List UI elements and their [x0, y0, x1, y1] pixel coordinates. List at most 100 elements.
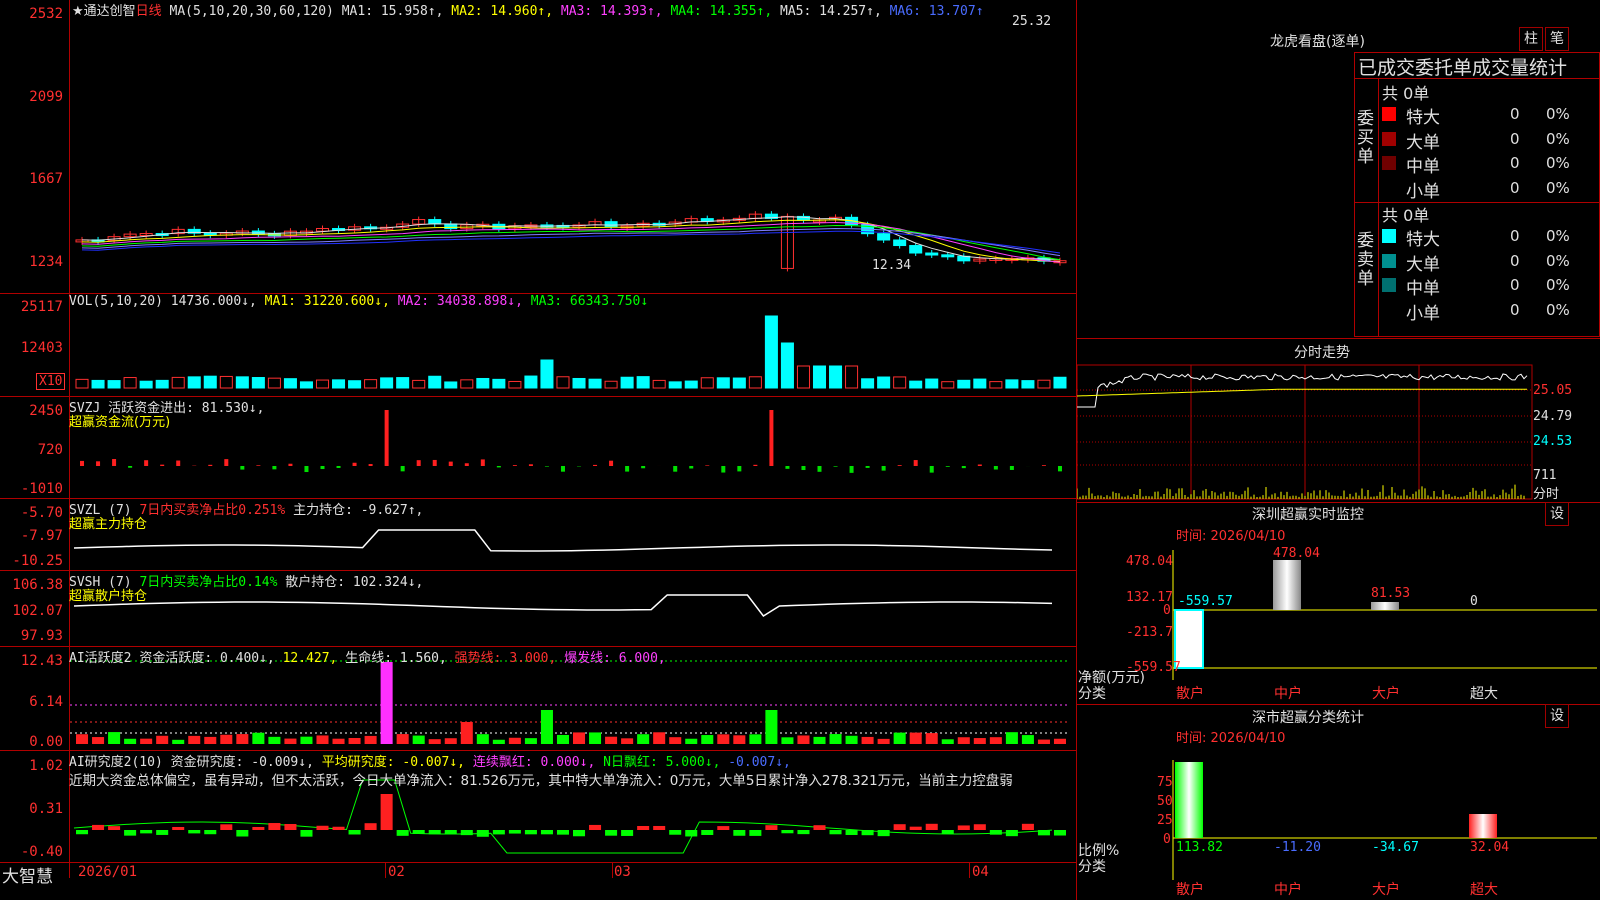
activity-bar: [92, 737, 105, 744]
flow-bar: [432, 459, 437, 466]
flow-bar: [817, 466, 822, 472]
research-line: [73, 779, 1053, 854]
research-bar: [124, 830, 137, 836]
research-bar: [669, 830, 682, 835]
flow-bar: [400, 466, 405, 472]
sell-color-swatch: [1382, 229, 1396, 243]
sz-class-value: 113.82: [1176, 840, 1223, 855]
sz-class-y-tick: 75: [1157, 775, 1173, 790]
candle: [877, 233, 891, 241]
sz-monitor-xlabel: 分类: [1078, 686, 1106, 702]
buy-row-count: 0: [1510, 178, 1520, 197]
ai-active-v5: 爆发线: 6.000,: [564, 651, 666, 666]
activity-bar: [685, 738, 698, 744]
activity-bar: [765, 710, 778, 744]
volume-bar: [1021, 380, 1035, 389]
research-bar: [653, 825, 666, 830]
stroke-view-button[interactable]: 笔: [1545, 27, 1569, 51]
ai-research-title: AI研究度2(10): [69, 755, 163, 770]
cls-bar: [1469, 814, 1497, 838]
volume-bar: [812, 365, 827, 389]
sz-class-value: -34.67: [1372, 840, 1419, 855]
activity-bar: [749, 734, 762, 744]
activity-bar: [332, 738, 345, 744]
volume-bar: [75, 378, 89, 389]
brand-logo[interactable]: 大智慧: [2, 862, 53, 887]
buy-total: 共 0单: [1382, 84, 1430, 103]
sz-class-y-tick: 25: [1157, 813, 1173, 828]
activity-bar: [717, 734, 730, 744]
volume-bar: [620, 376, 634, 389]
volume-bar: [235, 376, 249, 389]
activity-bar: [236, 734, 249, 744]
volume-bar: [380, 377, 394, 389]
flow-bar: [480, 459, 485, 466]
sz-class-y-tick: 0: [1163, 832, 1171, 847]
volume-bar: [107, 380, 121, 389]
flow-bar: [1057, 466, 1062, 472]
sz-monitor-settings-button[interactable]: 设: [1545, 502, 1569, 526]
activity-bar: [476, 734, 489, 744]
activity-bar: [396, 734, 409, 744]
volume-bar: [412, 379, 426, 389]
ma3-value: MA3: 14.393↑,: [560, 4, 663, 19]
volume-bar: [155, 379, 169, 389]
sz-class-settings-button[interactable]: 设: [1545, 704, 1569, 728]
research-bar: [460, 830, 473, 836]
volume-bar: [91, 379, 105, 389]
ai-active-v1: 资金活跃度: 0.400↓,: [139, 651, 275, 666]
research-bar: [300, 830, 313, 837]
research-bar: [316, 825, 329, 830]
sell-row-name: 大单: [1406, 254, 1440, 275]
volume-bar: [780, 342, 794, 389]
flow-bar: [753, 464, 758, 466]
research-bar: [380, 794, 393, 830]
period-label[interactable]: 日线: [136, 4, 162, 19]
sell-total: 共 0单: [1382, 206, 1430, 225]
flow-bar: [256, 465, 261, 466]
activity-bar: [1021, 735, 1034, 744]
candle: [909, 245, 923, 254]
flow-bar: [769, 410, 774, 466]
intraday-tick: 24.53: [1533, 434, 1573, 449]
flow-bar: [977, 464, 982, 466]
research-bar: [108, 826, 121, 830]
buy-row-name: 大单: [1406, 132, 1440, 153]
sz-bar: [1273, 560, 1301, 610]
activity-bar: [380, 662, 393, 744]
volume-bar: [171, 376, 185, 389]
sell-row-name: 特大: [1406, 230, 1440, 250]
research-bar: [733, 830, 746, 836]
flow-bar: [336, 466, 341, 468]
flow-bar: [609, 460, 614, 466]
ma1-value: MA1: 15.958↑,: [341, 4, 444, 19]
kline-charts[interactable]: [0, 0, 1077, 878]
research-bar: [476, 830, 489, 837]
volume-bar: [315, 379, 330, 389]
intraday-vol-tick: 711: [1533, 468, 1557, 483]
flow-bar: [737, 466, 742, 472]
activity-bar: [492, 739, 505, 744]
activity-bar: [524, 738, 537, 744]
flow-bar: [160, 464, 165, 466]
sell-color-swatch: [1382, 302, 1396, 317]
volume-bar: [203, 375, 217, 389]
stock-name[interactable]: 通达创智: [84, 4, 136, 19]
buy-row-name: 小单: [1406, 181, 1440, 202]
ai-research-v2: 平均研究度: -0.007↓,: [321, 755, 466, 770]
intraday-chart[interactable]: [1077, 362, 1600, 502]
activity-bar: [268, 736, 281, 744]
flow-bar: [496, 466, 501, 468]
sz-monitor-y-tick: -213.7: [1126, 625, 1173, 640]
research-bar: [284, 823, 297, 830]
svzl-holding: 主力持仓: -9.627↑,: [293, 503, 424, 518]
sz-class-chart: [1172, 760, 1597, 880]
volume-bar: [877, 376, 891, 389]
volume-bar: [989, 381, 1003, 389]
flow-bar: [1041, 465, 1046, 466]
column-view-button[interactable]: 柱: [1519, 27, 1543, 51]
sell-row-count: 0: [1510, 300, 1520, 319]
flow-bar: [913, 460, 918, 466]
activity-bar: [829, 734, 842, 744]
sz-bar-label: 81.53: [1371, 586, 1411, 601]
